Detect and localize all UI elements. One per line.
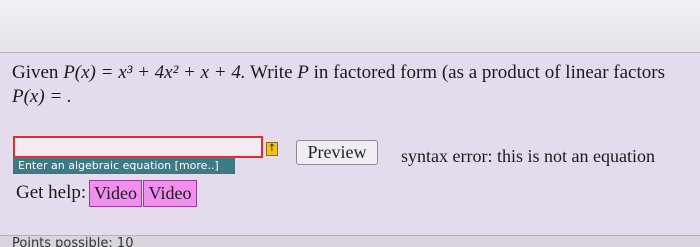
page: Given P(x) = x³ + 4x² + x + 4. Write P i…: [0, 0, 700, 247]
get-help-label: Get help:: [16, 182, 87, 203]
instruction-tail: in factored form (as a product of linear…: [313, 62, 665, 83]
equation-help-icon[interactable]: ↑: [266, 142, 278, 156]
instruction-text: Write: [250, 62, 293, 83]
video-button-2[interactable]: Video: [143, 180, 197, 207]
points-possible: Points possible: 10: [12, 236, 134, 247]
problem-statement: Given P(x) = x³ + 4x² + x + 4. Write P i…: [12, 61, 700, 109]
answer-input[interactable]: [13, 136, 263, 158]
problem-line-1: Given P(x) = x³ + 4x² + x + 4. Write P i…: [12, 61, 700, 85]
answer-prefix: P(x) = .: [12, 86, 72, 107]
syntax-error-message: syntax error: this is not an equation: [401, 146, 655, 166]
function-expression: P(x) = x³ + 4x² + x + 4.: [63, 62, 246, 83]
preview-button[interactable]: Preview: [296, 140, 378, 165]
variable-p: P: [297, 62, 309, 83]
video-button-1[interactable]: Video: [89, 180, 142, 207]
given-word: Given: [12, 62, 59, 83]
top-strip: [0, 0, 700, 52]
equation-hint[interactable]: Enter an algebraic equation [more..]: [13, 157, 235, 174]
